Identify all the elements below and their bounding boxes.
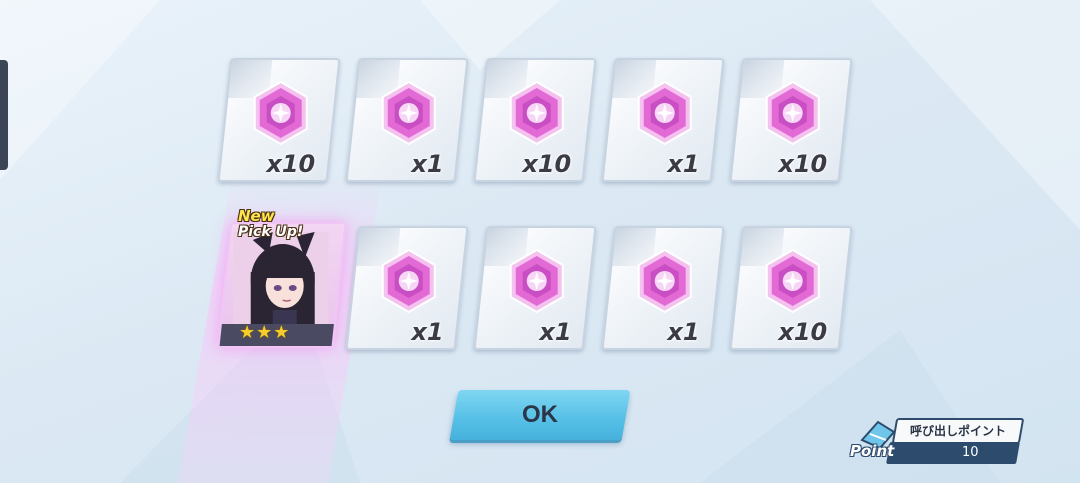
point-value-label: 10 [961,445,979,460]
reward-quantity: x10 [522,150,572,178]
reward-card[interactable]: x10 [729,226,853,350]
character-portrait [232,232,329,324]
ok-button-label: OK [522,401,558,428]
gem-icon [381,248,436,314]
badge-new-label: New [238,207,275,225]
gem-icon [509,248,564,314]
reward-quantity: x1 [411,150,444,178]
summon-point-panel: 呼び出しポイント 10 Point [850,418,1025,468]
character-illustration [232,232,329,324]
gem-icon [509,80,564,146]
badge-pickup-label: Pick Up! [238,224,304,240]
reward-card[interactable]: x10 [729,58,853,182]
gem-icon [765,80,820,146]
reward-quantity: x1 [667,318,700,346]
reward-quantity: x1 [411,318,444,346]
gem-icon [765,248,820,314]
reward-card[interactable]: x1 [473,226,597,350]
reward-card[interactable]: x1 [601,226,725,350]
gem-icon [637,248,692,314]
reward-quantity: x1 [539,318,572,346]
point-title: 呼び出しポイント [891,418,1025,444]
new-pickup-badge: New Pick Up! [238,208,303,240]
reward-card[interactable]: x1 [601,58,725,182]
gem-icon [381,80,436,146]
reward-quantity: x10 [778,150,828,178]
reward-card[interactable]: x1 [345,58,469,182]
reward-quantity: x10 [266,150,316,178]
reward-card[interactable]: x10 [473,58,597,182]
rarity-bar: ★★★ [219,322,334,346]
featured-character-card[interactable]: ★★★ [217,222,347,348]
side-handle [0,60,8,170]
point-value: 10 [886,442,1020,464]
reward-card[interactable]: x1 [345,226,469,350]
rarity-stars: ★★★ [239,322,291,343]
reward-card[interactable]: x10 [217,58,341,182]
gem-icon [637,80,692,146]
reward-quantity: x1 [667,150,700,178]
reward-quantity: x10 [778,318,828,346]
gem-icon [253,80,308,146]
point-title-label: 呼び出しポイント [909,424,1006,438]
point-icon-label: Point [850,442,895,460]
ok-button[interactable]: OK [449,390,631,440]
